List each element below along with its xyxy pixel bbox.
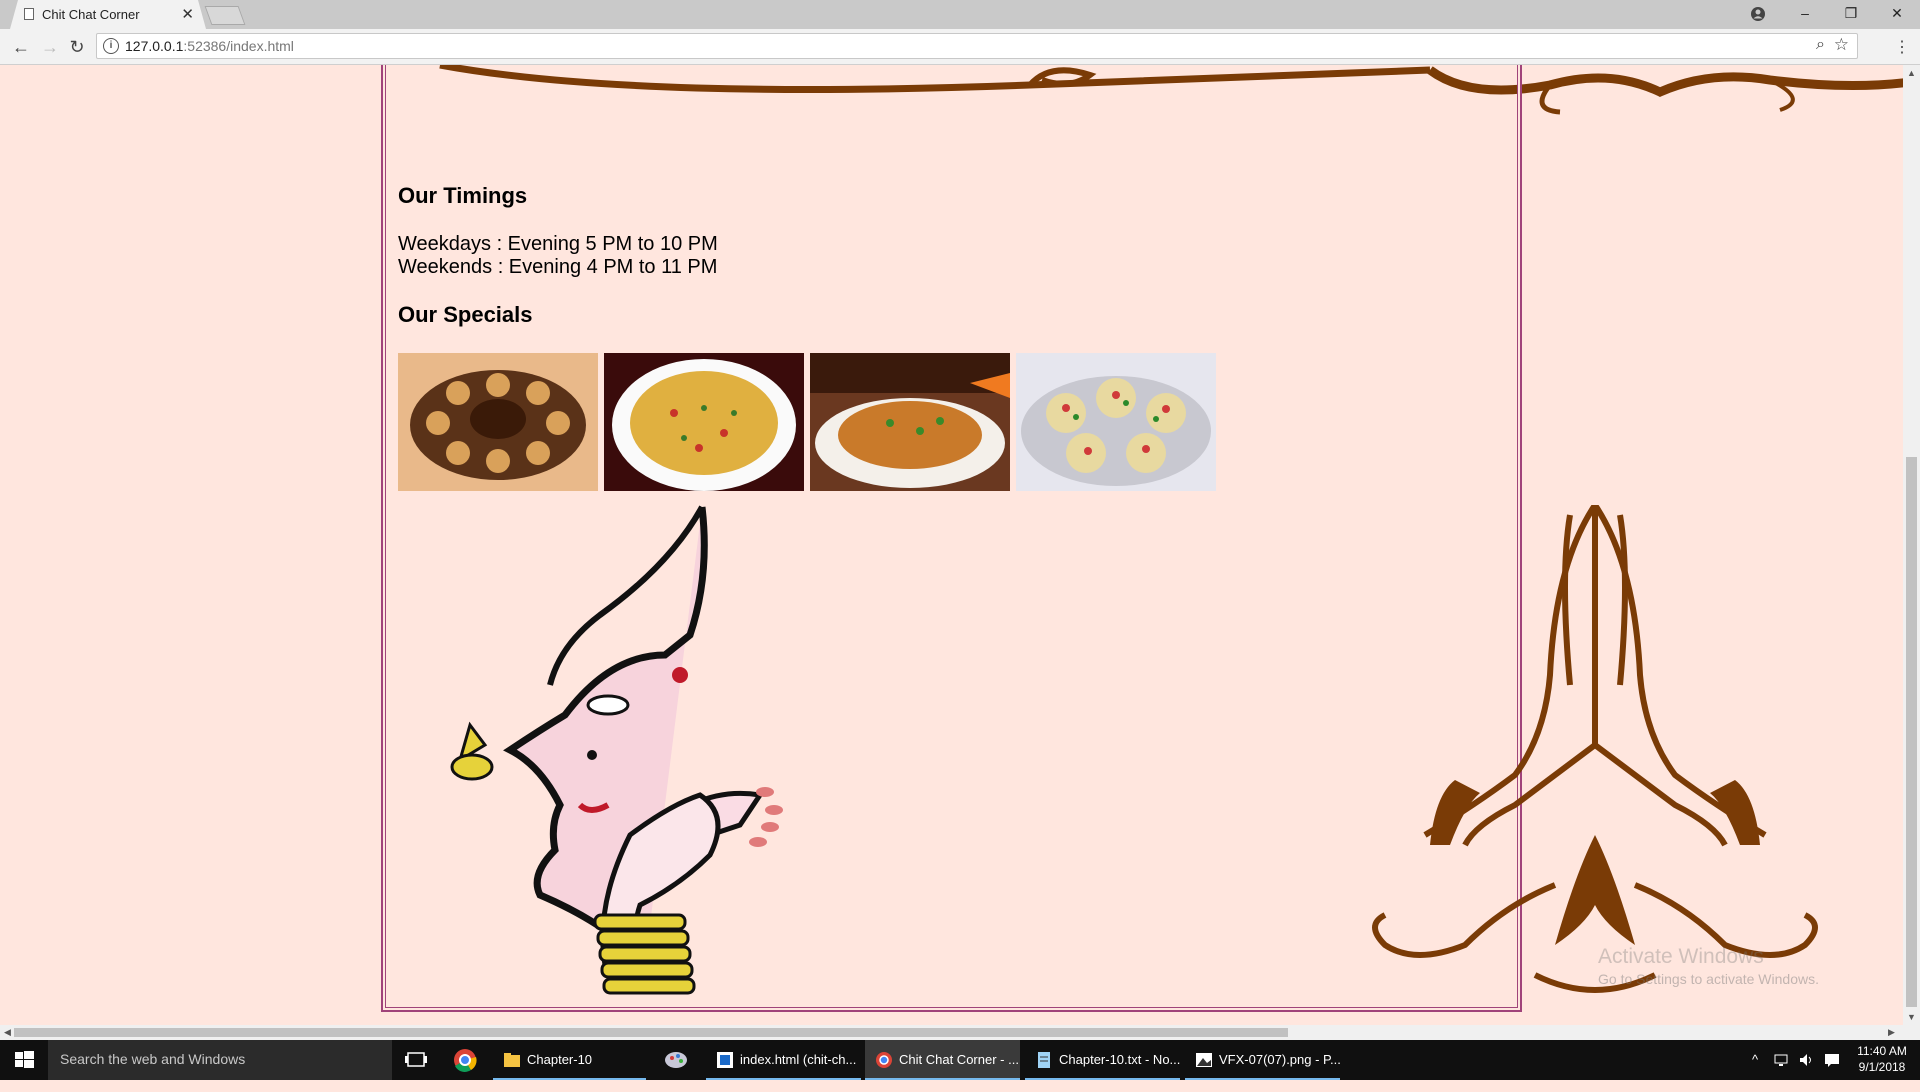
vertical-scrollbar[interactable]: ▲ ▼ bbox=[1903, 65, 1920, 1025]
restore-button[interactable]: ❐ bbox=[1828, 0, 1874, 29]
new-tab-button[interactable] bbox=[204, 6, 246, 25]
taskbar-item-chrome[interactable]: Chit Chat Corner - ... bbox=[865, 1040, 1020, 1080]
volume-icon[interactable] bbox=[1798, 1052, 1814, 1092]
back-arrow-icon[interactable]: ← bbox=[9, 35, 33, 59]
profile-icon[interactable] bbox=[1750, 6, 1766, 22]
activate-windows-subtitle: Go to Settings to activate Windows. bbox=[1598, 971, 1819, 987]
specials-gallery bbox=[398, 353, 1216, 491]
chrome-pinned-icon[interactable] bbox=[443, 1040, 487, 1080]
windows-taskbar: Search the web and Windows Chapter-10 in… bbox=[0, 1040, 1920, 1080]
browser-tab[interactable]: Chit Chat Corner ✕ bbox=[10, 0, 206, 29]
horizontal-scrollbar[interactable]: ◀ ▶ bbox=[0, 1025, 1920, 1040]
activate-windows-title: Activate Windows bbox=[1598, 945, 1764, 968]
special-image-dahi-puri bbox=[1016, 353, 1216, 491]
timings-heading: Our Timings bbox=[398, 183, 528, 208]
praying-hands-ornament bbox=[1372, 505, 1818, 993]
clock-time: 11:40 AM bbox=[1857, 1044, 1907, 1058]
paint-app-icon[interactable] bbox=[654, 1040, 698, 1080]
specials-heading: Our Specials bbox=[398, 302, 533, 327]
taskbar-item-explorer[interactable]: Chapter-10 bbox=[493, 1040, 646, 1080]
address-bar[interactable]: i 127.0.0.1:52386/index.html ⌕ ☆ bbox=[96, 33, 1858, 59]
tab-close-icon[interactable]: ✕ bbox=[181, 5, 194, 23]
taskbar-search-box[interactable]: Search the web and Windows bbox=[48, 1040, 392, 1080]
notepad-icon bbox=[1038, 1052, 1050, 1068]
task-view-icon[interactable] bbox=[394, 1040, 438, 1080]
browser-menu-icon[interactable]: ⋮ bbox=[1894, 37, 1910, 57]
notification-icon[interactable] bbox=[1824, 1052, 1840, 1092]
system-clock[interactable]: 11:40 AM 9/1/2018 bbox=[1852, 1044, 1912, 1084]
scroll-left-arrow-icon[interactable]: ◀ bbox=[4, 1025, 11, 1040]
vertical-scroll-thumb[interactable] bbox=[1906, 457, 1917, 1007]
windows-logo-icon bbox=[15, 1051, 34, 1068]
editor-icon bbox=[717, 1052, 733, 1068]
scroll-down-arrow-icon[interactable]: ▼ bbox=[1903, 1012, 1920, 1022]
taskbar-search-placeholder: Search the web and Windows bbox=[60, 1051, 246, 1067]
taskbar-item-notepad[interactable]: Chapter-10.txt - No... bbox=[1025, 1040, 1180, 1080]
reload-icon[interactable]: ↻ bbox=[65, 35, 89, 59]
close-window-button[interactable]: ✕ bbox=[1874, 0, 1920, 29]
tab-title: Chit Chat Corner bbox=[42, 7, 140, 22]
zoom-icon[interactable]: ⌕ bbox=[1816, 36, 1825, 54]
clock-date: 9/1/2018 bbox=[1858, 1060, 1906, 1074]
weekday-timing: Weekdays : Evening 5 PM to 10 PM bbox=[398, 233, 718, 255]
page-icon bbox=[24, 8, 34, 20]
forward-arrow-icon[interactable]: → bbox=[38, 35, 62, 59]
chrome-icon bbox=[876, 1052, 892, 1068]
url-text[interactable]: 127.0.0.1:52386/index.html bbox=[125, 38, 294, 54]
weekend-timing: Weekends : Evening 4 PM to 11 PM bbox=[398, 256, 718, 278]
namaste-woman-illustration bbox=[450, 505, 783, 995]
browser-toolbar: ← → ↻ i 127.0.0.1:52386/index.html ⌕ ☆ ⋮ bbox=[0, 29, 1920, 65]
browser-titlebar: Chit Chat Corner ✕ – ❐ ✕ bbox=[0, 0, 1920, 29]
network-icon[interactable] bbox=[1774, 1052, 1790, 1092]
minimize-button[interactable]: – bbox=[1782, 0, 1828, 29]
scroll-up-arrow-icon[interactable]: ▲ bbox=[1903, 68, 1920, 78]
start-button[interactable] bbox=[0, 1040, 48, 1080]
special-image-pani-puri bbox=[398, 353, 598, 491]
tray-chevron-icon[interactable]: ^ bbox=[1752, 1052, 1758, 1092]
bookmark-star-icon[interactable]: ☆ bbox=[1834, 35, 1849, 55]
horizontal-scroll-thumb[interactable] bbox=[14, 1028, 1288, 1037]
taskbar-item-editor[interactable]: index.html (chit-ch... bbox=[706, 1040, 861, 1080]
scroll-right-arrow-icon[interactable]: ▶ bbox=[1888, 1025, 1895, 1040]
page-viewport: Our Timings Weekdays : Evening 5 PM to 1… bbox=[0, 65, 1903, 1025]
paint-icon bbox=[1196, 1053, 1212, 1067]
folder-icon bbox=[504, 1053, 520, 1067]
taskbar-item-paint[interactable]: VFX-07(07).png - P... bbox=[1185, 1040, 1341, 1080]
special-image-bhel-puri bbox=[810, 353, 1010, 491]
info-icon[interactable]: i bbox=[103, 38, 119, 54]
special-image-sev-puri bbox=[604, 353, 804, 491]
